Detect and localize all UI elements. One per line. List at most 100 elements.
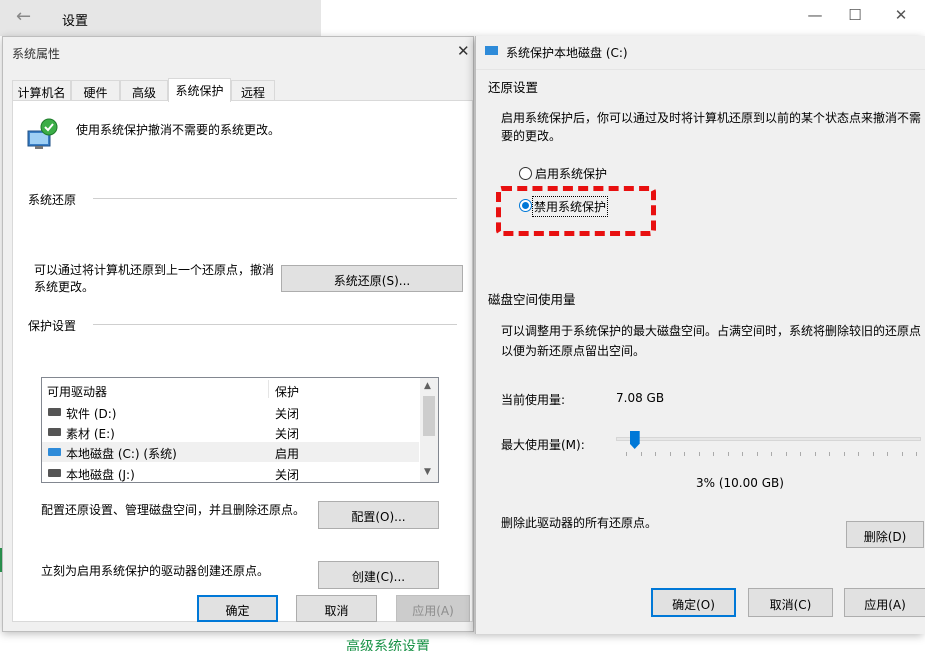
max-usage-label: 最大使用量(M):	[501, 438, 585, 452]
current-usage-value: 7.08 GB	[616, 391, 665, 405]
slider-tick	[684, 452, 685, 456]
apply-button: 应用(A)	[396, 595, 470, 622]
protection-state: 关闭	[275, 468, 300, 482]
delete-description: 删除此驱动器的所有还原点。	[501, 516, 658, 530]
divider	[93, 324, 457, 325]
minimize-button[interactable]: —	[801, 6, 829, 24]
create-description: 立刻为启用系统保护的驱动器创建还原点。	[41, 564, 270, 578]
slider-tick	[727, 452, 729, 456]
slider-tick	[626, 452, 627, 456]
settings-titlebar-left	[0, 0, 321, 36]
disk-usage-heading: 磁盘空间使用量	[488, 292, 576, 307]
restore-group-label: 系统还原	[28, 191, 77, 208]
advanced-system-settings-link[interactable]: 高级系统设置	[346, 636, 430, 651]
scroll-thumb[interactable]	[423, 396, 435, 436]
disk-usage-description: 可以调整用于系统保护的最大磁盘空间。占满空间时，系统将删除较旧的还原点以便为新还…	[501, 324, 922, 358]
system-drive-icon	[48, 448, 61, 456]
slider-tick	[655, 452, 656, 456]
delete-button[interactable]: 删除(D)	[846, 521, 924, 548]
back-arrow-icon[interactable]: ←	[16, 6, 31, 27]
slider-tick	[916, 452, 917, 456]
slider-tick	[814, 452, 816, 456]
protection-group-label: 保护设置	[28, 317, 77, 334]
system-protection-icon	[27, 118, 58, 149]
dialog-title: 系统属性	[12, 47, 61, 61]
maximize-button[interactable]: ☐	[841, 6, 869, 24]
cancel-button[interactable]: 取消	[296, 595, 377, 622]
table-row[interactable]: 素材 (E:) 关闭	[42, 422, 419, 442]
max-usage-value: 3% (10.00 GB)	[696, 476, 784, 490]
drive-icon	[48, 408, 61, 416]
tab-bar: 计算机名 硬件 高级 系统保护 远程	[12, 78, 472, 102]
drive-list: 可用驱动器 保护 软件 (D:) 关闭 素材 (E:) 关闭 本地磁盘 (C:)…	[41, 377, 439, 483]
current-usage-label: 当前使用量:	[501, 393, 566, 407]
drive-icon	[48, 428, 61, 436]
protection-state: 关闭	[275, 427, 300, 441]
slider-tick	[858, 452, 859, 456]
tab-advanced[interactable]: 高级	[120, 80, 168, 101]
table-row[interactable]: 软件 (D:) 关闭	[42, 402, 419, 422]
system-properties-dialog: 系统属性 ✕ 计算机名 硬件 高级 系统保护 远程 使用系统保护撤消不需要的系统…	[2, 36, 474, 632]
scroll-down-icon[interactable]: ▼	[424, 467, 431, 477]
divider	[93, 198, 457, 199]
tab-remote[interactable]: 远程	[231, 80, 275, 101]
scroll-up-icon[interactable]: ▲	[424, 381, 431, 391]
slider-tick	[756, 452, 758, 456]
slider-tick	[843, 452, 845, 456]
drive-name: 软件 (D:)	[66, 407, 117, 421]
slider-tick	[901, 452, 903, 456]
slider-tick	[698, 452, 700, 456]
system-protection-disk-dialog: 系统保护本地磁盘 (C:) 还原设置 启用系统保护后，你可以通过及时将计算机还原…	[475, 36, 925, 634]
system-protection-panel: 使用系统保护撤消不需要的系统更改。 系统还原 可以通过将计算机还原到上一个还原点…	[12, 100, 473, 622]
slider-tick	[829, 452, 830, 456]
divider	[476, 69, 925, 70]
restore-settings-description: 启用系统保护后，你可以通过及时将计算机还原到以前的某个状态点来撤消不需要的更改。	[501, 111, 922, 143]
tab-computer-name[interactable]: 计算机名	[12, 80, 71, 101]
configure-button[interactable]: 配置(O)...	[318, 501, 439, 529]
slider-tick	[872, 452, 874, 456]
protection-state: 启用	[275, 447, 300, 461]
system-restore-button[interactable]: 系统还原(S)...	[281, 265, 463, 292]
max-usage-slider-track[interactable]	[616, 437, 921, 441]
configure-description: 配置还原设置、管理磁盘空间，并且删除还原点。	[41, 503, 306, 517]
slider-tick	[785, 452, 787, 456]
column-header-drive[interactable]: 可用驱动器	[47, 378, 107, 400]
drive-icon	[48, 469, 61, 477]
settings-titlebar: ← 设置 — ☐ ✕	[0, 0, 925, 36]
drive-name: 本地磁盘 (C:) (系统)	[66, 447, 177, 461]
slider-tick	[771, 452, 772, 456]
ok-button[interactable]: 确定(O)	[651, 588, 736, 617]
tab-hardware[interactable]: 硬件	[71, 80, 120, 101]
vertical-scrollbar[interactable]: ▲ ▼	[420, 378, 438, 482]
drive-icon	[485, 46, 498, 55]
slider-tick	[669, 452, 671, 456]
restore-settings-heading: 还原设置	[488, 80, 539, 95]
table-row[interactable]: 本地磁盘 (C:) (系统) 启用	[42, 442, 419, 462]
close-button[interactable]: ✕	[887, 6, 915, 24]
drive-name: 素材 (E:)	[66, 427, 115, 441]
column-header-protection[interactable]: 保护	[275, 378, 299, 400]
slider-tick	[887, 452, 888, 456]
close-icon[interactable]: ✕	[457, 42, 470, 60]
slider-tick	[640, 452, 642, 456]
slider-tick	[742, 452, 743, 456]
slider-tick	[800, 452, 801, 456]
description-text: 使用系统保护撤消不需要的系统更改。	[76, 123, 281, 137]
max-usage-slider-thumb[interactable]	[629, 431, 640, 449]
ok-button[interactable]: 确定	[197, 595, 278, 622]
apply-button[interactable]: 应用(A)	[844, 588, 925, 617]
highlight-annotation	[496, 186, 656, 236]
protection-state: 关闭	[275, 407, 300, 421]
tab-system-protection[interactable]: 系统保护	[168, 78, 231, 102]
create-button[interactable]: 创建(C)...	[318, 561, 439, 589]
restore-description: 可以通过将计算机还原到上一个还原点，撤消系统更改。	[34, 263, 275, 294]
dialog-title: 系统保护本地磁盘 (C:)	[506, 46, 628, 60]
drive-name: 本地磁盘 (J:)	[66, 468, 135, 482]
column-separator	[268, 380, 269, 398]
slider-tick	[713, 452, 714, 456]
settings-title: 设置	[62, 14, 89, 29]
enable-protection-label[interactable]: 启用系统保护	[535, 165, 607, 182]
enable-protection-radio[interactable]	[519, 167, 532, 180]
table-row[interactable]: 本地磁盘 (J:) 关闭	[42, 463, 419, 482]
cancel-button[interactable]: 取消(C)	[748, 588, 833, 617]
